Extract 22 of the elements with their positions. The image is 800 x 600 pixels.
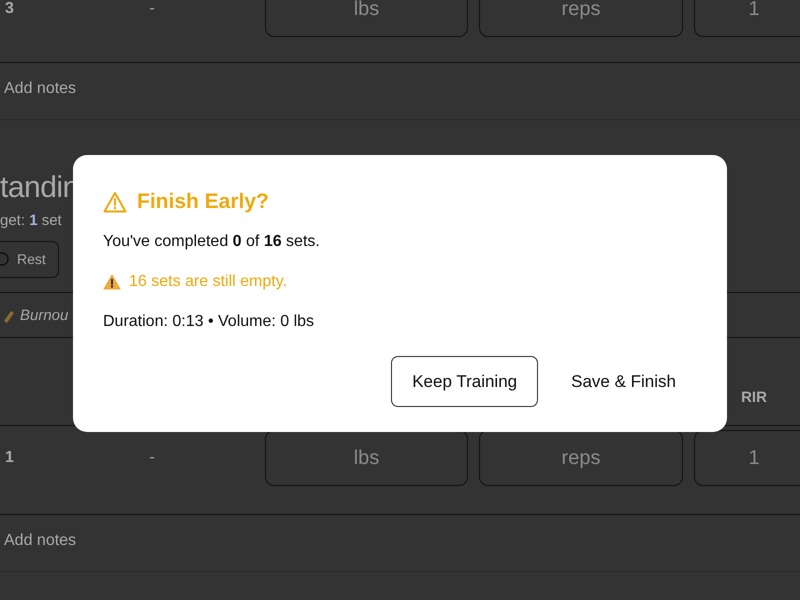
set-number: 1 [5,448,15,468]
dialog-title: Finish Early? [137,189,269,214]
notes-field[interactable]: Add notes [4,77,304,101]
warning-text: 16 sets are still empty. [129,272,287,292]
rir-field[interactable]: 1 [694,0,800,37]
exercise-note: Burnou [20,306,68,326]
weight-field[interactable]: lbs [265,0,468,37]
previous-value: - [148,448,156,468]
previous-value: - [148,0,156,19]
target-text: get: 1 set [0,211,62,231]
warning-icon [103,190,127,213]
keep-button[interactable]: Keep Training [391,356,538,408]
notes-field[interactable]: Add notes [4,529,304,553]
summary-text: You've completed 0 of 16 sets. [103,232,321,252]
note-icon [4,308,15,323]
warning-icon [103,274,121,290]
reps-field[interactable]: reps [479,0,683,37]
reps-field[interactable]: reps [479,430,683,486]
column-header: RIR [740,388,768,408]
stats-text: Duration: 0:13 • Volume: 0 lbs [103,312,316,332]
set-number: 3 [5,0,15,19]
rest-button[interactable]: Rest [0,240,59,278]
